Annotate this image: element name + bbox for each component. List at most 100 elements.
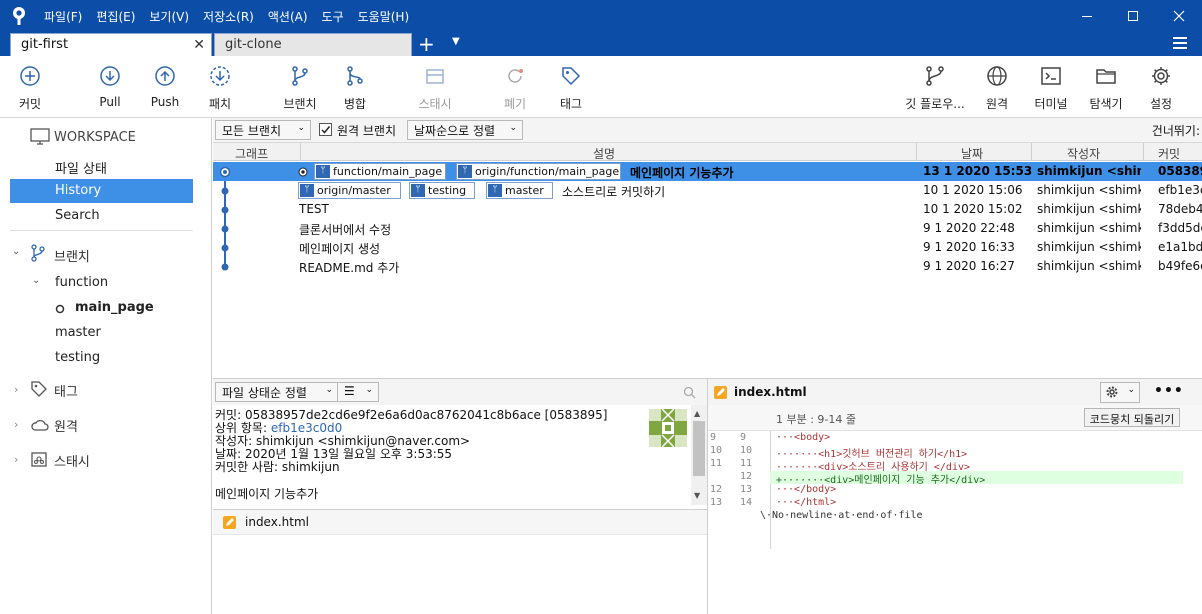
explorer-button[interactable]: 탐색기 [1086,64,1126,112]
menu-actions[interactable]: 액션(A) [268,8,308,25]
minimize-button[interactable] [1064,0,1110,32]
ref-badge-origin-master[interactable]: ᛘ origin/master [298,182,401,199]
column-divider[interactable] [1031,143,1032,161]
scroll-up-icon[interactable]: ▲ [694,409,700,418]
remotes-heading[interactable]: 원격 [54,416,78,435]
commit-row[interactable]: 메인페이지 생성 9 1 2020 16:33 shimkijun <shimk… [213,238,1202,257]
graph-node-icon [221,206,229,214]
sort-dropdown[interactable]: 날짜순으로 정렬 ⌄ [407,120,523,140]
merge-button[interactable]: 병합 [340,64,370,112]
tags-heading[interactable]: 태그 [54,381,78,400]
commit-row[interactable]: 클론서버에서 수정 9 1 2020 22:48 shimkijun <shim… [213,219,1202,238]
ref-badge-origin-function-main-page[interactable]: ᛘ origin/function/main_page [456,163,621,180]
author-column-header[interactable]: 작성자 [1067,145,1100,162]
commit-row[interactable]: TEST 10 1 2020 15:02 shimkijun <shimki 7… [213,200,1202,219]
git-flow-button[interactable]: 깃 플로우... [898,64,972,112]
settings-button[interactable]: 설정 [1146,64,1176,112]
chevron-right-icon[interactable]: › [14,453,18,466]
commit-button[interactable]: 커밋 [14,64,46,112]
column-divider[interactable] [1143,143,1144,161]
menu-help[interactable]: 도움말(H) [358,8,410,25]
branch-button[interactable]: 브랜치 [280,64,320,112]
graph-column-header[interactable]: 그래프 [235,145,268,162]
menu-file[interactable]: 파일(F) [44,8,82,25]
discard-label: 폐기 [503,97,527,111]
diff-line: 13 14 ···</html> [708,497,1183,510]
more-options-icon[interactable]: ••• [1154,383,1184,399]
close-tab-icon[interactable]: ✕ [193,37,205,53]
menu-tools[interactable]: 도구 [322,8,344,25]
commit-row[interactable]: README.md 추가 9 1 2020 16:27 shimkijun <s… [213,257,1202,276]
branch-filter-dropdown[interactable]: 모든 브랜치 ⌄ [215,120,311,140]
menu-edit[interactable]: 편집(E) [96,8,135,25]
column-divider[interactable] [916,143,917,161]
terminal-button[interactable]: 터미널 [1032,64,1070,112]
pull-button[interactable]: Pull [94,64,126,109]
branches-heading[interactable]: 브랜치 [54,246,90,265]
old-line-number: 10 [710,445,723,456]
tab-dropdown-icon[interactable]: ▼ [452,36,460,47]
sidebar-item-master[interactable]: master [55,325,101,340]
menu-repository[interactable]: 저장소(R) [203,8,254,25]
close-window-button[interactable] [1156,0,1202,32]
details-scrollbar[interactable]: ▲ ▼ [691,405,707,505]
chevron-down-icon[interactable]: ⌄ [32,275,40,286]
discard-hunk-button[interactable]: 코드뭉치 되돌리기 [1084,408,1180,427]
stashes-heading[interactable]: 스태시 [54,451,90,470]
maximize-button[interactable] [1110,0,1156,32]
sidebar-item-history[interactable]: History [10,179,193,203]
ref-badge-testing[interactable]: ᛘ testing [409,182,475,199]
monitor-icon [30,128,50,145]
tag-button[interactable]: 태그 [556,64,586,112]
chevron-right-icon[interactable]: › [14,418,18,431]
date-column-header[interactable]: 날짜 [961,145,983,162]
git-flow-label: 깃 플로우... [905,97,965,111]
stash-button[interactable]: 스태시 [414,64,456,112]
fetch-label: 패치 [208,97,232,111]
changed-file-row[interactable]: index.html [213,509,707,535]
ref-label: origin/function/main_page [475,165,620,178]
sidebar-item-function[interactable]: function [55,275,108,290]
remote-branches-checkbox[interactable] [319,123,332,136]
commit-row[interactable]: ᛘ function/main_page ᛘ origin/function/mai… [213,162,1202,181]
ref-badge-master[interactable]: ᛘ master [486,182,553,199]
chevron-down-icon[interactable]: ⌄ [12,246,20,257]
ref-badge-function-main-page[interactable]: ᛘ function/main_page [314,163,446,180]
sidebar-item-testing[interactable]: testing [55,350,100,365]
scrollbar-thumb[interactable] [693,421,705,476]
file-sort-dropdown[interactable]: 파일 상태순 정렬 ⌄ [215,382,339,402]
parent-link[interactable]: efb1e3c0d0 [271,421,342,435]
tab-git-first[interactable]: git-first ✕ [10,33,212,56]
tab-git-clone[interactable]: git-clone [214,33,412,56]
committer-label: 커밋한 사람: [215,460,279,474]
commit-column-header[interactable]: 커밋 [1158,145,1180,162]
chevron-right-icon[interactable]: › [14,383,18,396]
scroll-down-icon[interactable]: ▼ [694,491,700,500]
remote-button[interactable]: 원격 [982,64,1012,112]
old-line-number: 12 [710,484,723,495]
fetch-button[interactable]: 패치 [204,64,236,112]
discard-button[interactable]: 폐기 [500,64,530,112]
committer-value: shimkijun [281,460,340,474]
view-mode-dropdown[interactable]: ☰ ⌄ [337,382,379,402]
push-button[interactable]: Push [148,64,182,109]
sourcetree-logo-icon [13,7,25,25]
terminal-icon [1041,67,1061,85]
menu-bar: 파일(F) 편집(E) 보기(V) 저장소(R) 액션(A) 도구 도움말(H) [44,0,423,32]
search-icon[interactable] [683,386,696,399]
new-tab-icon[interactable]: + [418,33,435,55]
sidebar-item-file-status[interactable]: 파일 상태 [55,158,107,177]
sidebar-item-main-page[interactable]: main_page [75,300,154,315]
diff-options-dropdown[interactable]: ⌄ [1100,382,1140,403]
tag-label: 태그 [559,97,583,111]
new-line-number: 11 [740,458,753,469]
sidebar-item-search[interactable]: Search [55,208,100,223]
commit-row[interactable]: ᛘ origin/master ᛘ testing ᛘ master 소스트리로 커밋… [213,181,1202,200]
fetch-icon [210,66,230,86]
gear-icon [1106,386,1118,398]
description-column-header[interactable]: 설명 [593,145,615,162]
graph-node-icon [221,187,229,195]
menu-view[interactable]: 보기(V) [149,8,189,25]
hamburger-menu-icon[interactable] [1173,37,1187,49]
column-divider[interactable] [300,143,301,161]
